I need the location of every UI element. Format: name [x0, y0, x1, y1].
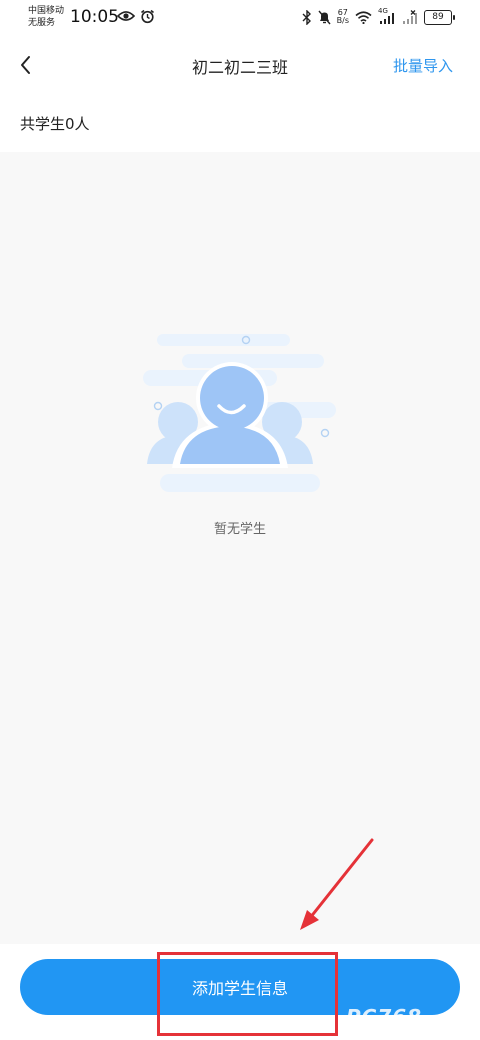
network-speed: 67 B/s	[337, 9, 349, 25]
mute-bell-icon	[318, 10, 331, 24]
eye-icon	[117, 11, 135, 21]
student-count-label: 共学生0人	[20, 115, 90, 133]
no-signal-icon	[403, 9, 417, 24]
carrier-info: 中国移动 无服务	[28, 5, 64, 29]
nav-bar: 初二初二三班 批量导入	[0, 40, 480, 90]
empty-state-text: 暂无学生	[213, 522, 266, 537]
batch-import-button[interactable]: 批量导入	[393, 55, 453, 76]
speed-unit: B/s	[336, 16, 349, 25]
student-list-area: 暂无学生	[0, 152, 480, 944]
status-time: 10:05	[70, 7, 119, 27]
signal-bars-icon	[380, 12, 394, 24]
wifi-icon	[355, 10, 372, 24]
carrier-service: 无服务	[28, 18, 56, 28]
bluetooth-icon	[302, 9, 311, 25]
signal-group-4g: 4G	[378, 7, 396, 25]
status-bar: 中国移动 无服务 10:05 67 B/s 4G 89	[0, 0, 480, 36]
watermark-logo: PC768	[346, 1005, 423, 1029]
empty-students-illustration	[143, 334, 336, 492]
status-icons: 67 B/s 4G 89	[302, 7, 455, 27]
battery-indicator: 89	[424, 9, 455, 25]
carrier-name: 中国移动	[28, 6, 65, 16]
alarm-icon	[141, 9, 154, 24]
